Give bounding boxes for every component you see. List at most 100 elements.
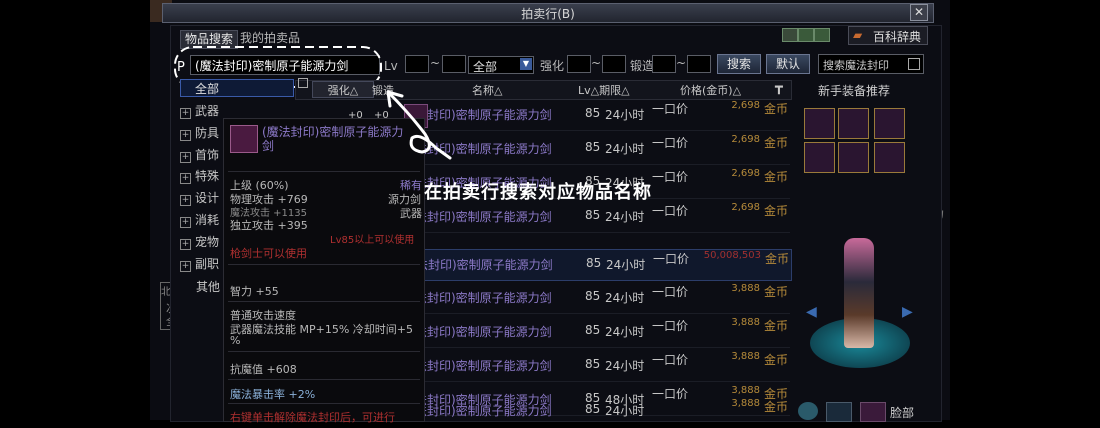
category-label: 设计 [195,191,220,205]
row-unit: 金币 [763,353,788,367]
expand-icon: + [180,108,191,119]
row-lv: 85 [586,256,602,270]
face-slot-icon[interactable] [860,402,886,422]
category-label: 武器 [195,104,220,118]
mini-icon-1[interactable] [782,28,798,42]
category-label: 消耗 [195,213,220,227]
encyclopedia-button[interactable]: ▰ 百科辞典 [848,26,928,45]
face-label: 脸部 [890,406,915,420]
forge-label: 锻造 [630,59,655,73]
enhance-label: 强化 [540,59,565,73]
row-price: 2,698 [731,134,760,145]
row-unit: 金币 [763,170,788,184]
tooltip-divider [228,171,420,172]
magic-seal-search-label: 搜索魔法封印 [823,59,889,72]
equipment-slot[interactable] [874,142,905,173]
lv-min-input[interactable] [405,55,429,73]
tooltip-lv-req: Lv85以上可以使用 [330,235,415,246]
row-price: 2,698 [731,202,760,213]
row-price: 2,698 [731,168,760,179]
equipment-slot[interactable] [838,142,869,173]
category-label: 特殊 [195,169,220,183]
book-icon: ▰ [853,28,863,42]
row-duration: 24小时 [606,258,646,272]
tooltip-divider [228,264,420,265]
row-lv: 85 [585,106,601,120]
pin-icon[interactable]: ┳ [775,80,783,95]
slot-icon[interactable] [826,402,852,422]
row-name: 法封印)密制原子能源力剑 [416,258,553,272]
row-name: 法封印)密制原子能源力剑 [415,291,552,305]
search-button[interactable]: 搜索 [717,54,761,74]
category-label: 副职 [195,257,220,271]
category-label: 防具 [195,126,220,140]
row-unit: 金币 [763,319,788,333]
chevron-down-icon[interactable]: ▼ [520,58,532,70]
row-price: 3,888 [731,317,760,328]
row-price: 3,888 [731,398,760,409]
arrow-right-icon[interactable]: ▶ [902,304,913,320]
row-duration: 24小时 [605,325,645,339]
expand-icon: + [180,195,191,206]
header-checkbox[interactable] [298,78,308,88]
row-lv: 85 [585,289,601,303]
expand-icon: + [180,130,191,141]
col-name[interactable]: 名称△ [472,82,502,98]
row-duration: 24小时 [605,291,645,305]
row-lv: 85 [585,357,601,371]
equipment-slot[interactable] [804,108,835,139]
col-lv-period[interactable]: Lv△期限△ [578,82,630,98]
enhance-max-input[interactable] [602,55,626,73]
expand-icon: + [180,217,191,228]
tooltip-magic-res: 抗魔值 +608 [230,363,297,376]
row-unit: 金币 [763,204,788,218]
expand-icon: + [180,261,191,272]
equipment-slot[interactable] [804,142,835,173]
tooltip-indep-atk: 独立攻击 +395 [230,219,308,232]
tooltip-class-req: 枪剑士可以使用 [230,247,307,260]
row-unit: 金币 [763,102,788,116]
row-price: 50,008,503 [703,250,761,261]
row-price: 3,888 [731,283,760,294]
col-enhance[interactable]: 强化△ [312,81,374,98]
rotate-icon[interactable] [798,402,818,420]
grade-select-value: 全部 [473,60,498,74]
arrow-left-icon[interactable]: ◀ [806,304,817,320]
tooltip-int: 智力 +55 [230,285,279,298]
category-all[interactable]: 全部 [180,79,294,97]
forge-min-input[interactable] [652,55,676,73]
row-name: 法封印)密制原子能源力剑 [415,210,552,224]
row-duration: 24小时 [605,359,645,373]
row-lv: 85 [585,140,601,154]
row-duration: 24小时 [605,404,645,418]
row-price: 3,888 [731,351,760,362]
magic-seal-checkbox[interactable] [908,58,920,70]
equipment-slot[interactable] [874,108,905,139]
grade-select[interactable]: 全部 ▼ [468,56,534,74]
close-button[interactable]: ✕ [910,4,928,21]
recommend-title: 新手装备推荐 [818,84,891,98]
close-icon: ✕ [913,5,925,19]
lv-max-input[interactable] [442,55,466,73]
mini-icon-2[interactable] [798,28,814,42]
forge-max-input[interactable] [687,55,711,73]
col-price[interactable]: 价格(金币)△ [680,82,741,98]
newbie-recommend-panel: 新手装备推荐 ◀ ▶ 脸部 [798,78,935,422]
mini-icon-3[interactable] [814,28,830,42]
row-name: 法封印)密制原子能源力剑 [415,359,552,373]
equipment-slot[interactable] [838,108,869,139]
annotation-arrow [386,90,452,160]
enhance-min-input[interactable] [567,55,591,73]
default-button[interactable]: 默认 [766,54,810,74]
tooltip-divider [228,351,420,352]
row-duration: 24小时 [605,108,645,122]
expand-icon: + [180,152,191,163]
row-lv: 85 [585,323,601,337]
tooltip-divider [228,403,420,404]
title-bar[interactable]: 拍卖行(B) [162,3,934,23]
row-unit: 金币 [763,136,788,150]
character-model [844,238,874,348]
magic-seal-search[interactable]: 搜索魔法封印 [818,54,924,74]
window-title: 拍卖行(B) [521,7,575,21]
row-name: 法封印)密制原子能源力剑 [415,325,552,339]
